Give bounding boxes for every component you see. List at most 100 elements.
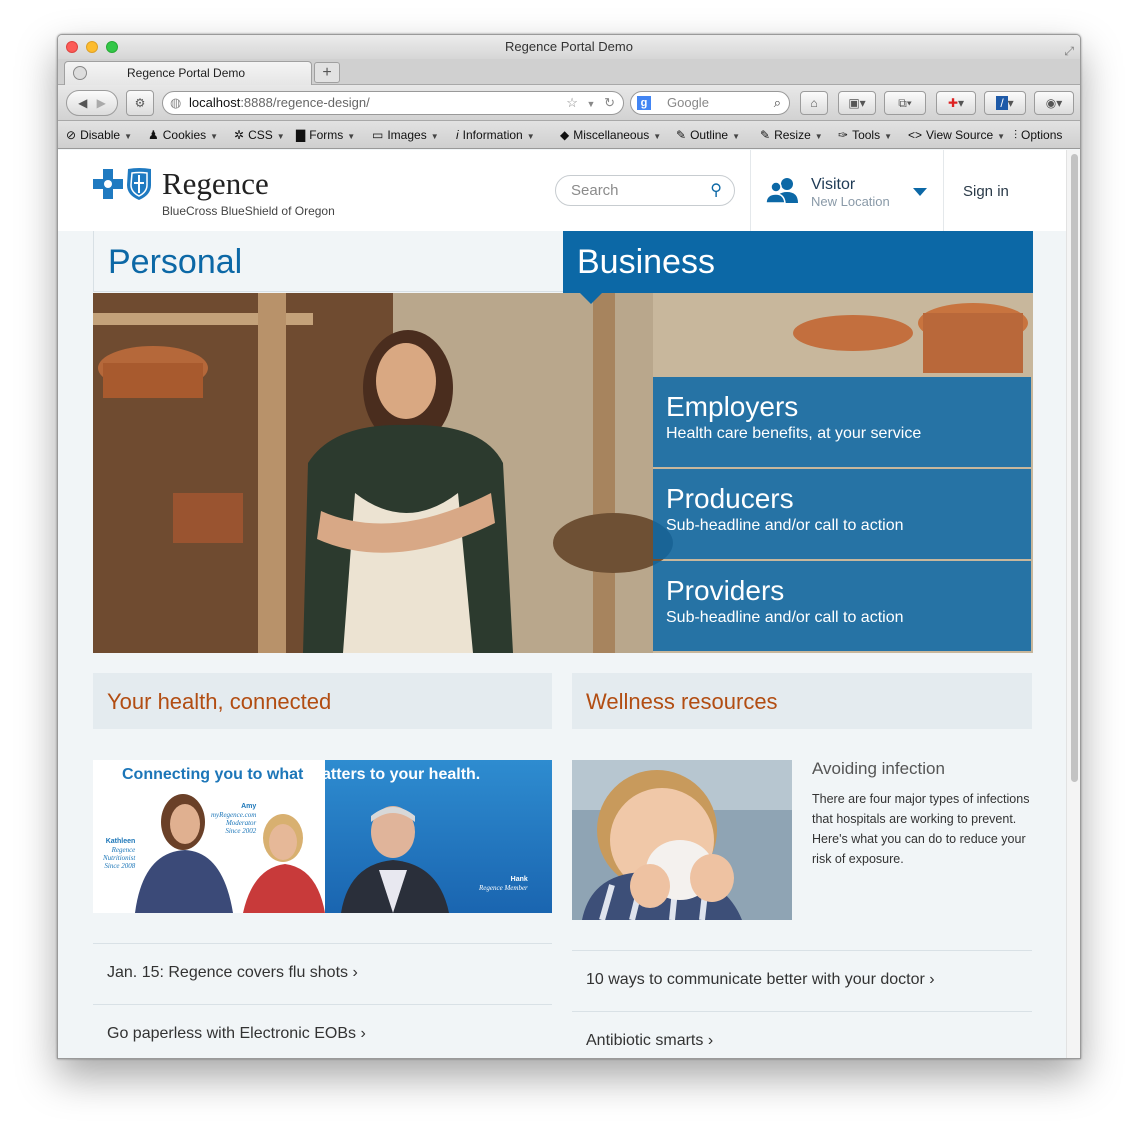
wellness-article-photo[interactable] — [572, 760, 792, 920]
url-host: localhost — [189, 95, 241, 110]
list-item[interactable]: Go paperless with Electronic EOBs › — [93, 1004, 552, 1058]
devbar-forms[interactable]: ▇ Forms ▼ — [296, 128, 355, 142]
list-item[interactable]: Jan. 15: Regence covers flu shots › — [93, 943, 552, 1004]
forward-arrow-icon[interactable]: ▶ — [97, 96, 106, 110]
tab-bar: Regence Portal Demo + — [58, 59, 1080, 85]
firebug-button[interactable]: ✚▾ — [936, 91, 976, 115]
tab-business-label: Business — [577, 243, 715, 281]
article-summary: There are four major types of infections… — [812, 792, 1030, 866]
site-search-input[interactable]: Search ⚲ — [555, 175, 735, 206]
url-bar[interactable]: ◍ localhost:8888/regence-design/ ☆ ▼ ↻ — [162, 91, 624, 115]
wellness-section-heading: Wellness resources — [572, 673, 1032, 729]
section-title: Wellness resources — [586, 689, 778, 714]
promo-producers[interactable]: Producers Sub-headline and/or call to ac… — [653, 469, 1031, 559]
zoom-window-button[interactable] — [106, 41, 118, 53]
brand-name[interactable]: Regence — [162, 166, 269, 202]
page-scrollbar[interactable] — [1066, 150, 1080, 1058]
browser-tab[interactable]: Regence Portal Demo — [64, 61, 312, 85]
ban-icon: ⊘ — [66, 128, 77, 142]
promo-providers[interactable]: Providers Sub-headline and/or call to ac… — [653, 561, 1031, 651]
browser-window: Regence Portal Demo ⤢ Regence Portal Dem… — [57, 34, 1081, 1059]
list-item[interactable]: Antibiotic smarts › — [572, 1011, 1032, 1058]
devbar-miscellaneous[interactable]: ◆ Miscellaneous ▼ — [560, 128, 661, 142]
list-item-label: Antibiotic smarts › — [586, 1032, 714, 1049]
devbar-information[interactable]: i Information ▼ — [456, 128, 535, 142]
window-title-bar: Regence Portal Demo ⤢ — [58, 35, 1080, 59]
header-divider — [750, 150, 751, 231]
promo-subtitle: Health care benefits, at your service — [666, 425, 922, 442]
devbar-outline[interactable]: ✎ Outline ▼ — [676, 128, 740, 142]
hero-promo-panel: Employers Health care benefits, at your … — [653, 377, 1031, 652]
visitor-dropdown-icon[interactable] — [913, 188, 927, 196]
google-icon[interactable]: g — [637, 96, 651, 110]
person-caption-amy: Amy myRegence.com Moderator Since 2002 — [211, 803, 257, 835]
devbar-resize[interactable]: ✎ Resize ▼ — [760, 128, 823, 142]
home-button[interactable]: ⌂ — [800, 91, 828, 115]
tab-business[interactable]: Business — [563, 231, 1033, 293]
myregence-promo-banner[interactable]: Connecting you to what matters to your h… — [93, 760, 552, 913]
visitor-location[interactable]: New Location — [811, 194, 890, 209]
devbar-cookies[interactable]: ♟ Cookies ▼ — [148, 128, 218, 142]
article-title[interactable]: Avoiding infection — [812, 759, 945, 779]
sign-in-link[interactable]: Sign in — [963, 183, 1009, 200]
cube-icon: ◆ — [560, 128, 570, 142]
chrome-menu-button[interactable]: ◉▾ — [1034, 91, 1074, 115]
search-icon[interactable]: ⚲ — [710, 176, 722, 205]
health-section-heading: Your health, connected — [93, 673, 552, 729]
bookmarks-icon: ▣▾ — [848, 96, 866, 110]
visitor-name[interactable]: Visitor — [811, 176, 855, 194]
bookmarks-button[interactable]: ▣▾ — [838, 91, 876, 115]
bookmark-star-icon[interactable]: ☆ — [566, 95, 578, 110]
promo-employers[interactable]: Employers Health care benefits, at your … — [653, 377, 1031, 467]
devbar-options[interactable]: ⫶ Options — [1014, 128, 1062, 143]
window-title: Regence Portal Demo — [505, 39, 633, 54]
promo-title: Employers — [666, 391, 799, 422]
tools-button[interactable]: ⚙ — [126, 90, 154, 116]
form-icon: ▇ — [296, 128, 306, 142]
new-tab-button[interactable]: + — [314, 62, 340, 83]
devbar-tools[interactable]: ✑ Tools ▼ — [838, 128, 892, 142]
promo-title: Providers — [666, 575, 785, 606]
url-path: :8888/regence-design/ — [240, 95, 370, 110]
search-bar[interactable]: g Google ⌕ — [630, 91, 790, 115]
devbar-disable[interactable]: ⊘ Disable ▼ — [66, 128, 132, 142]
addon-button[interactable]: ⧉▾ — [884, 91, 926, 115]
close-window-button[interactable] — [66, 41, 78, 53]
list-item-label: Go paperless with Electronic EOBs › — [107, 1025, 366, 1042]
navigation-toolbar: ◀ ▶ ⚙ ◍ localhost:8888/regence-design/ ☆… — [58, 85, 1080, 121]
person-icon: ♟ — [148, 128, 159, 142]
devbar-css[interactable]: ✲ CSS ▼ — [234, 128, 285, 142]
back-arrow-icon[interactable]: ◀ — [78, 96, 87, 110]
tab-title: Regence Portal Demo — [127, 66, 246, 80]
globe-icon: ◍ — [170, 95, 182, 110]
section-title: Your health, connected — [107, 689, 332, 714]
web-developer-toolbar: ⊘ Disable ▼ ♟ Cookies ▼ ✲ CSS ▼ ▇ Forms ▼ ▭ Image… — [58, 121, 1080, 149]
bluecross-blueshield-logo-icon[interactable] — [93, 167, 155, 201]
favicon-icon — [73, 66, 87, 80]
tab-personal[interactable]: Personal — [93, 231, 563, 292]
active-tab-pointer — [580, 293, 602, 304]
back-forward-button[interactable]: ◀ ▶ — [66, 90, 118, 116]
firebug-icon: ✚ — [947, 96, 959, 110]
child-sneezing-image — [572, 760, 792, 920]
visitor-users-icon — [766, 178, 798, 204]
search-icon[interactable]: ⌕ — [774, 92, 781, 114]
code-icon: <> — [908, 128, 923, 142]
page-viewport: Regence BlueCross BlueShield of Oregon S… — [58, 150, 1068, 1058]
hero-banner: Employers Health care benefits, at your … — [93, 293, 1033, 653]
sliders-icon: ⫶ — [1014, 128, 1018, 142]
reload-icon[interactable]: ↻ — [604, 95, 615, 110]
info-icon: i — [456, 128, 459, 142]
minimize-window-button[interactable] — [86, 41, 98, 53]
scrollbar-thumb[interactable] — [1071, 154, 1078, 782]
person-caption-hank: Hank Regence Member — [479, 876, 528, 892]
resize-icon: ✎ — [760, 128, 771, 142]
colorzilla-button[interactable]: / ▾ — [984, 91, 1026, 115]
tab-personal-label: Personal — [108, 243, 243, 281]
list-item[interactable]: 10 ways to communicate better with your … — [572, 950, 1032, 1011]
history-dropdown-icon[interactable]: ▼ — [587, 99, 596, 109]
devbar-images[interactable]: ▭ Images ▼ — [372, 128, 439, 142]
eyedropper-icon: / — [996, 96, 1008, 110]
promo-title: Producers — [666, 483, 794, 514]
devbar-view-source[interactable]: <> View Source ▼ — [908, 128, 1005, 142]
